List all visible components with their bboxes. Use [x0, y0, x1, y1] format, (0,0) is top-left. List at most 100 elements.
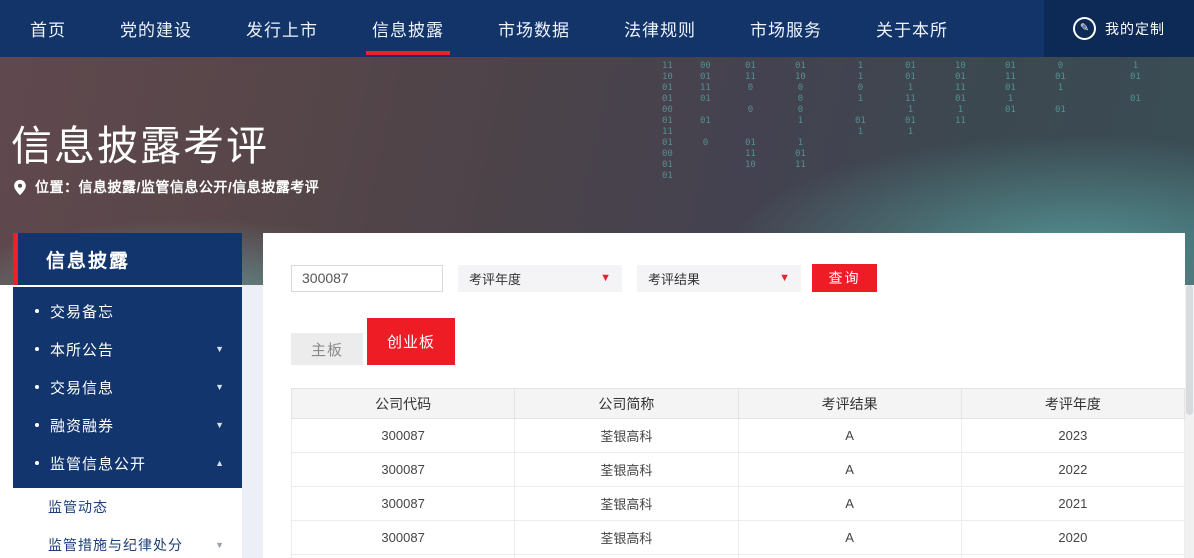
result-select-label: 考评结果 [648, 269, 700, 288]
table-header-cell: 考评结果 [738, 389, 961, 419]
rain-column: 11 10 01 01 00 01 11 01 00 01 01 [662, 61, 673, 182]
table-row: 300087荃银高科A2023 [292, 419, 1185, 453]
my-custom-button[interactable]: ✎ 我的定制 [1044, 0, 1194, 57]
nav-item-0[interactable]: 首页 [30, 0, 66, 57]
chevron-down-icon: ▼ [215, 344, 224, 354]
table-cell: A [738, 419, 961, 453]
content-gutter [242, 285, 263, 558]
chevron-down-icon: ▼ [215, 382, 224, 392]
nav-item-3[interactable]: 信息披露 [372, 0, 444, 57]
main-panel: 考评年度 ▼ 考评结果 ▼ 查询 主板 创业板 公司代码公司简称考评结果考评年度… [263, 233, 1185, 558]
bullet-icon [35, 461, 39, 465]
table-cell: 2022 [961, 453, 1184, 487]
bullet-icon [35, 385, 39, 389]
table-cell [738, 555, 961, 558]
table-header-cell: 公司简称 [515, 389, 738, 419]
table-cell: 2023 [961, 419, 1184, 453]
sidebar-item-1[interactable]: 本所公告▼ [13, 330, 242, 368]
year-select[interactable]: 考评年度 ▼ [458, 265, 622, 292]
table-header-row: 公司代码公司简称考评结果考评年度 [292, 389, 1185, 419]
result-select[interactable]: 考评结果 ▼ [637, 265, 801, 292]
table-row: 300087荃银高科A2021 [292, 487, 1185, 521]
search-bar: 考评年度 ▼ 考评结果 ▼ 查询 [291, 264, 877, 292]
table-row: 300087荃银高科A2020 [292, 521, 1185, 555]
stock-code-input[interactable] [291, 265, 443, 292]
page: 11 10 01 01 00 01 11 01 00 01 01 00 01 11… [0, 0, 1194, 558]
sidebar-item-label: 交易备忘 [50, 301, 224, 322]
sidebar-item-0[interactable]: 交易备忘 [13, 292, 242, 330]
table-head: 公司代码公司简称考评结果考评年度 [292, 389, 1185, 419]
sidebar-subitem-label: 监管动态 [48, 497, 224, 517]
table-body: 300087荃银高科A2023300087荃银高科A2022300087荃银高科… [292, 419, 1185, 558]
table-cell: 2021 [961, 487, 1184, 521]
rain-column: 01 11 01 1 01 [1005, 61, 1016, 116]
sidebar-header: 信息披露 [13, 233, 242, 285]
sidebar-subitem-1[interactable]: 监管措施与纪律处分▼ [13, 526, 242, 558]
appraisal-table: 公司代码公司简称考评结果考评年度 300087荃银高科A2023300087荃银… [291, 388, 1185, 558]
nav-item-6[interactable]: 市场服务 [750, 0, 822, 57]
table-cell: A [738, 453, 961, 487]
bullet-icon [35, 309, 39, 313]
rain-column: 01 01 1 11 1 01 1 [905, 61, 916, 138]
nav-items: 首页党的建设发行上市信息披露市场数据法律规则市场服务关于本所 [0, 0, 1002, 57]
sidebar-submenu: 监管动态监管措施与纪律处分▼ [13, 488, 242, 558]
table-cell [961, 555, 1184, 558]
sidebar-item-label: 本所公告 [50, 339, 215, 360]
rain-column: 1 1 0 1 01 1 [855, 61, 866, 138]
nav-item-7[interactable]: 关于本所 [876, 0, 948, 57]
scrollbar-track[interactable] [1185, 285, 1194, 558]
board-tabs: 主板 创业板 [291, 318, 455, 365]
table-cell: A [738, 521, 961, 555]
table-cell: 300087 [292, 487, 515, 521]
rain-column: 00 01 11 01 01 0 [700, 61, 711, 149]
breadcrumb-text: 位置：信息披露/监管信息公开/信息披露考评 [35, 177, 319, 197]
tab-chinext-board[interactable]: 创业板 [367, 318, 455, 365]
table-cell: A [738, 487, 961, 521]
table-row-partial [292, 555, 1185, 558]
chevron-down-icon: ▼ [215, 540, 224, 550]
location-pin-icon [13, 179, 27, 196]
sidebar-item-4[interactable]: 监管信息公开▲ [13, 444, 242, 482]
sidebar: 信息披露 交易备忘本所公告▼交易信息▼融资融券▼监管信息公开▲ 监管动态监管措施… [13, 233, 242, 558]
table-cell: 2020 [961, 521, 1184, 555]
table-header-cell: 考评年度 [961, 389, 1184, 419]
top-navbar: 首页党的建设发行上市信息披露市场数据法律规则市场服务关于本所 ✎ 我的定制 [0, 0, 1194, 57]
table-cell [292, 555, 515, 558]
chevron-down-icon: ▼ [600, 272, 611, 284]
table-cell: 300087 [292, 453, 515, 487]
sidebar-item-3[interactable]: 融资融券▼ [13, 406, 242, 444]
sidebar-menu: 交易备忘本所公告▼交易信息▼融资融券▼监管信息公开▲ [13, 287, 242, 488]
table-cell: 荃银高科 [515, 521, 738, 555]
rain-column: 1 01 01 [1130, 61, 1141, 105]
rain-column: 01 10 0 0 0 1 1 01 11 [795, 61, 806, 171]
scrollbar-thumb[interactable] [1186, 285, 1193, 415]
chevron-down-icon: ▼ [215, 420, 224, 430]
nav-item-4[interactable]: 市场数据 [498, 0, 570, 57]
sidebar-item-2[interactable]: 交易信息▼ [13, 368, 242, 406]
sidebar-subitem-0[interactable]: 监管动态 [13, 488, 242, 526]
nav-item-5[interactable]: 法律规则 [624, 0, 696, 57]
bullet-icon [35, 347, 39, 351]
table-header-cell: 公司代码 [292, 389, 515, 419]
table-cell: 荃银高科 [515, 419, 738, 453]
rain-column: 0 01 1 01 [1055, 61, 1066, 116]
sidebar-item-label: 融资融券 [50, 415, 215, 436]
sidebar-item-label: 监管信息公开 [50, 453, 215, 474]
sidebar-title: 信息披露 [46, 246, 130, 273]
chevron-up-icon: ▲ [215, 458, 224, 468]
table-cell [515, 555, 738, 558]
bullet-icon [35, 423, 39, 427]
table-cell: 300087 [292, 419, 515, 453]
rain-column: 10 01 11 01 1 11 [955, 61, 966, 127]
nav-item-2[interactable]: 发行上市 [246, 0, 318, 57]
tab-main-board[interactable]: 主板 [291, 333, 363, 365]
page-title: 信息披露考评 [11, 112, 269, 172]
query-button[interactable]: 查询 [812, 264, 877, 292]
table-row: 300087荃银高科A2022 [292, 453, 1185, 487]
nav-item-1[interactable]: 党的建设 [120, 0, 192, 57]
sidebar-subitem-label: 监管措施与纪律处分 [48, 535, 215, 555]
chevron-down-icon: ▼ [779, 272, 790, 284]
table-cell: 荃银高科 [515, 487, 738, 521]
year-select-label: 考评年度 [469, 269, 521, 288]
sidebar-item-label: 交易信息 [50, 377, 215, 398]
